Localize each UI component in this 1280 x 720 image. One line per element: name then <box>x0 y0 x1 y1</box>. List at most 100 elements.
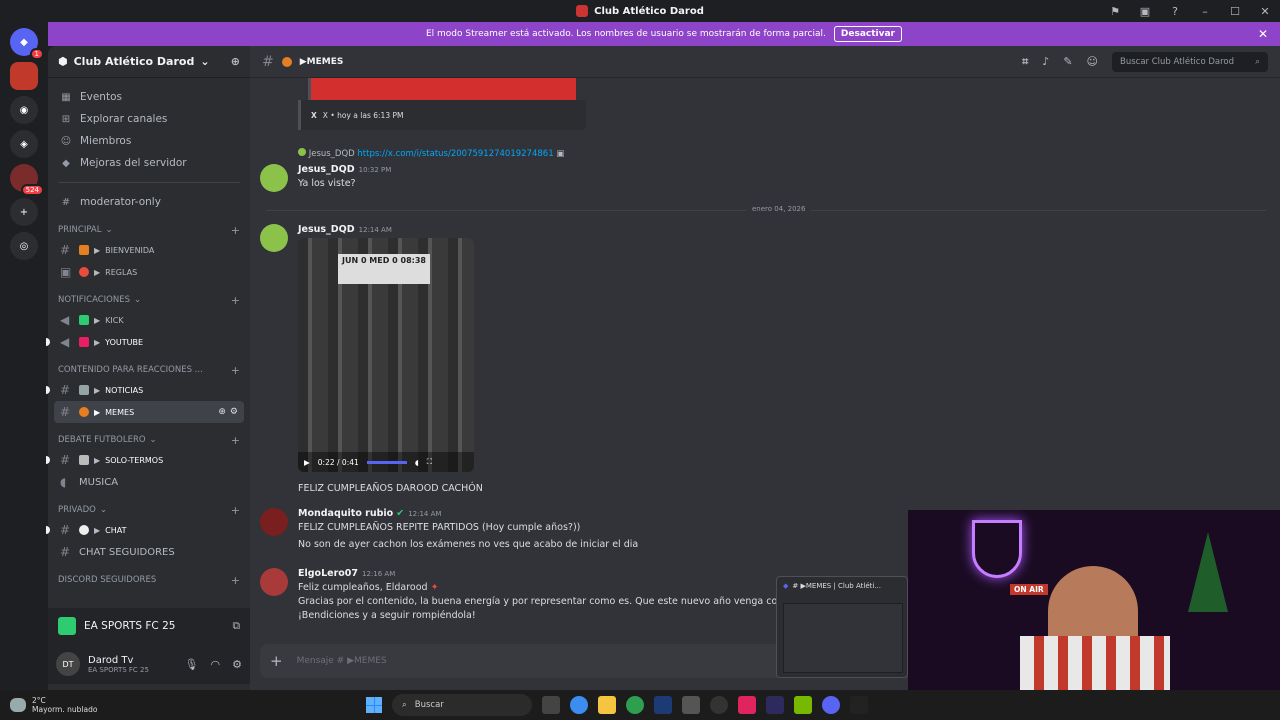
channel-solo-termos[interactable]: # ▶ SOLO-TERMOS <box>46 449 244 471</box>
volume-icon[interactable]: ◖ <box>415 458 419 467</box>
banner-text: El modo Streamer está activado. Los nomb… <box>425 29 826 39</box>
help-icon[interactable]: ? <box>1160 5 1190 18</box>
server-icon-3[interactable]: ◈ <box>10 130 38 158</box>
add-channel-icon[interactable]: + <box>231 224 240 237</box>
discord-icon[interactable] <box>822 696 840 714</box>
members-list-icon[interactable]: ☺ <box>1087 55 1098 68</box>
server-icon-2[interactable]: ◉ <box>10 96 38 124</box>
channel-chat[interactable]: # ▶ CHAT <box>46 519 244 541</box>
channel-moderator-only[interactable]: # moderator-only <box>48 191 250 213</box>
message-author[interactable]: Jesus_DQD <box>298 224 355 235</box>
video-attachment[interactable]: JUN 0 MED 0 08:38 ▶ 0:22 / 0:41 ◖ ⛶ <box>298 238 474 472</box>
server-club-atletico-darod[interactable] <box>10 62 38 90</box>
channel-bienvenida[interactable]: # ▶ BIENVENIDA <box>54 239 244 261</box>
channel-kick[interactable]: ◀ ▶ KICK <box>54 309 244 331</box>
unread-indicator <box>46 386 50 394</box>
nvidia-icon[interactable] <box>794 696 812 714</box>
nav-mejoras[interactable]: ◆ Mejoras del servidor <box>48 152 250 174</box>
task-view-icon[interactable] <box>542 696 560 714</box>
game-icon <box>58 617 76 635</box>
headphones-icon[interactable]: ◠ <box>211 658 221 671</box>
flag-icon[interactable]: ⚑ <box>1100 5 1130 18</box>
hash-icon: # <box>60 405 71 419</box>
message-input[interactable]: Mensaje # ▶MEMES <box>297 656 387 666</box>
after-effects-icon[interactable] <box>766 696 784 714</box>
windows-start-icon[interactable] <box>366 697 382 713</box>
server-icon-4[interactable]: 524 <box>10 164 44 196</box>
reply-reference[interactable]: Jesus_DQD https://x.com/i/status/2007591… <box>298 148 564 159</box>
category-discord-seguidores[interactable]: DISCORD SEGUIDORES + <box>48 571 250 589</box>
nav-eventos[interactable]: ▦ Eventos <box>48 86 250 108</box>
reply-link[interactable]: https://x.com/i/status/20075912740192748… <box>357 149 553 159</box>
avatar[interactable] <box>260 164 288 192</box>
invite-icon[interactable]: ⊕ <box>231 55 240 68</box>
gear-icon[interactable]: ⚙ <box>232 658 242 671</box>
avatar[interactable] <box>260 568 288 596</box>
add-server-icon[interactable]: + <box>10 198 38 226</box>
app-icon[interactable] <box>850 696 868 714</box>
microphone-icon[interactable]: 🎙 <box>185 658 199 671</box>
avatar[interactable]: DT <box>56 652 80 676</box>
taskbar-search[interactable]: ⌕ Buscar <box>392 694 532 716</box>
calculator-icon[interactable] <box>682 696 700 714</box>
server-header[interactable]: ⬢ Club Atlético Darod ⌄ ⊕ <box>48 46 250 78</box>
message-author[interactable]: Mondaquito rubio <box>298 508 393 519</box>
add-channel-icon[interactable]: + <box>231 434 240 447</box>
threads-icon[interactable]: ⌗ <box>1022 55 1028 69</box>
direct-messages-icon[interactable]: ◆ 1 <box>10 28 44 60</box>
nav-miembros[interactable]: ☺ Miembros <box>48 130 250 152</box>
message-author[interactable]: ElgoLero07 <box>298 568 358 579</box>
channel-noticias[interactable]: # ▶ NOTICIAS <box>46 379 244 401</box>
channel-reglas[interactable]: ▣ ▶ REGLAS <box>54 261 244 283</box>
nav-explorar[interactable]: ⊞ Explorar canales <box>48 108 250 130</box>
search-input[interactable]: Buscar Club Atlético Darod ⌕ <box>1112 51 1268 72</box>
file-explorer-icon[interactable] <box>598 696 616 714</box>
bell-icon[interactable]: ♪ <box>1042 55 1049 68</box>
obs-icon[interactable] <box>710 696 728 714</box>
christmas-tree-icon <box>1188 532 1228 612</box>
channel-youtube[interactable]: ◀ ▶ YOUTUBE <box>46 331 244 353</box>
channel-memes[interactable]: # ▶ MEMES ⊕ ⚙ <box>54 401 244 423</box>
channel-chat-seguidores[interactable]: # CHAT SEGUIDORES <box>54 541 244 563</box>
chrome-icon[interactable] <box>626 696 644 714</box>
channel-musica[interactable]: ◖ MUSICA <box>54 471 244 493</box>
avatar[interactable] <box>260 508 288 536</box>
play-icon[interactable]: ▶ <box>304 458 310 467</box>
taskbar: 2°C Mayorm. nublado ⌕ Buscar <box>0 690 1280 720</box>
add-attachment-icon[interactable]: + <box>270 652 283 670</box>
pin-icon[interactable]: ✎ <box>1063 55 1072 68</box>
share-screen-icon[interactable]: ⧉ <box>233 620 241 633</box>
video-progress[interactable] <box>366 460 407 464</box>
message-author[interactable]: Jesus_DQD <box>298 164 355 175</box>
fullscreen-icon[interactable]: ⛶ <box>427 457 432 467</box>
category-principal[interactable]: PRINCIPAL ⌄ + <box>48 221 250 239</box>
hash-icon: # <box>262 53 274 70</box>
monitor-icon[interactable]: ▣ <box>1130 5 1160 18</box>
add-channel-icon[interactable]: + <box>231 504 240 517</box>
copilot-icon[interactable] <box>570 696 588 714</box>
close-button[interactable]: ✕ <box>1250 5 1280 18</box>
photoshop-icon[interactable] <box>654 696 672 714</box>
channel-label: SOLO-TERMOS <box>105 455 164 465</box>
category-notificaciones[interactable]: NOTIFICACIONES ⌄ + <box>48 291 250 309</box>
discover-icon[interactable]: ◎ <box>10 232 38 260</box>
banner-close-icon[interactable]: ✕ <box>1258 27 1268 41</box>
embed-image[interactable] <box>308 78 576 100</box>
category-privado[interactable]: PRIVADO ⌄ + <box>48 501 250 519</box>
gear-icon[interactable]: ⚙ <box>230 407 238 417</box>
deactivate-button[interactable]: Desactivar <box>833 26 902 42</box>
user-info[interactable]: Darod Tv EA SPORTS FC 25 <box>88 655 149 674</box>
pip-preview[interactable]: ◆ # ▶MEMES | Club Atléti... <box>776 576 908 678</box>
weather-widget[interactable]: 2°C Mayorm. nublado <box>0 696 97 714</box>
invite-icon[interactable]: ⊕ <box>218 407 226 417</box>
minimize-button[interactable]: – <box>1190 5 1220 18</box>
add-channel-icon[interactable]: + <box>231 294 240 307</box>
avatar[interactable] <box>260 224 288 252</box>
add-channel-icon[interactable]: + <box>231 574 240 587</box>
category-contenido[interactable]: CONTENIDO PARA REACCIONES ... + <box>48 361 250 379</box>
add-channel-icon[interactable]: + <box>231 364 240 377</box>
tiktok-icon[interactable] <box>738 696 756 714</box>
category-debate[interactable]: DEBATE FUTBOLERO ⌄ + <box>48 431 250 449</box>
maximize-button[interactable]: ☐ <box>1220 5 1250 18</box>
activity-panel[interactable]: EA SPORTS FC 25 ⧉ <box>48 608 250 644</box>
